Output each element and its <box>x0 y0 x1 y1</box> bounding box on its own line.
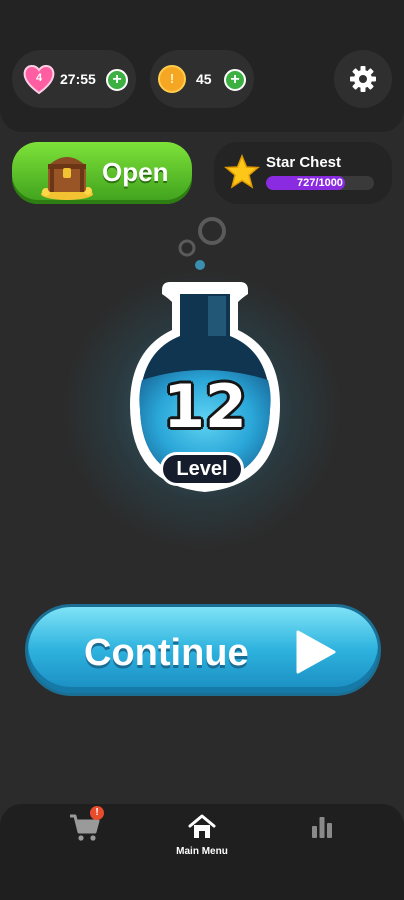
bubble-small <box>195 260 205 270</box>
add-lives-button[interactable]: + <box>106 69 128 91</box>
bottom-nav: ! Main Menu <box>0 804 404 900</box>
nav-stats[interactable] <box>300 804 344 900</box>
nav-shop[interactable]: ! <box>60 804 110 900</box>
lives-timer: 27:55 <box>60 71 96 87</box>
star-chest-progress-bar: 727/1000 <box>266 176 374 190</box>
lives-count: 4 <box>35 72 43 84</box>
gear-icon <box>350 66 376 92</box>
star-icon <box>224 154 260 189</box>
coins-amount: 45 <box>196 71 212 87</box>
home-icon <box>188 814 216 838</box>
bubble-medium <box>178 239 196 257</box>
bar-chart-icon <box>312 817 332 838</box>
coin-icon: ! <box>158 65 186 93</box>
add-coins-button[interactable]: + <box>224 69 246 91</box>
flask-shine <box>208 296 226 336</box>
top-bar: 4 27:55 + ! 45 + <box>0 0 404 132</box>
nav-main-menu[interactable]: Main Menu <box>160 804 244 900</box>
continue-label: Continue <box>84 632 249 674</box>
lives-pill[interactable]: 4 27:55 + <box>12 50 136 108</box>
shop-notification-badge: ! <box>90 806 104 820</box>
level-number: 12 <box>163 372 247 442</box>
star-chest-progress-text: 727/1000 <box>297 177 343 189</box>
bubble-large <box>198 217 226 245</box>
play-icon <box>296 630 336 674</box>
nav-main-menu-label: Main Menu <box>176 846 228 857</box>
coins-pill[interactable]: ! 45 + <box>150 50 254 108</box>
star-chest-title: Star Chest <box>266 154 342 171</box>
continue-button[interactable]: Continue <box>25 604 381 696</box>
settings-button[interactable] <box>334 50 392 108</box>
treasure-chest-icon <box>41 157 93 200</box>
open-chest-button[interactable]: Open <box>12 142 192 204</box>
level-label: Level <box>160 452 244 486</box>
star-chest-panel[interactable]: Star Chest 727/1000 <box>214 142 392 204</box>
open-chest-label: Open <box>102 157 169 187</box>
